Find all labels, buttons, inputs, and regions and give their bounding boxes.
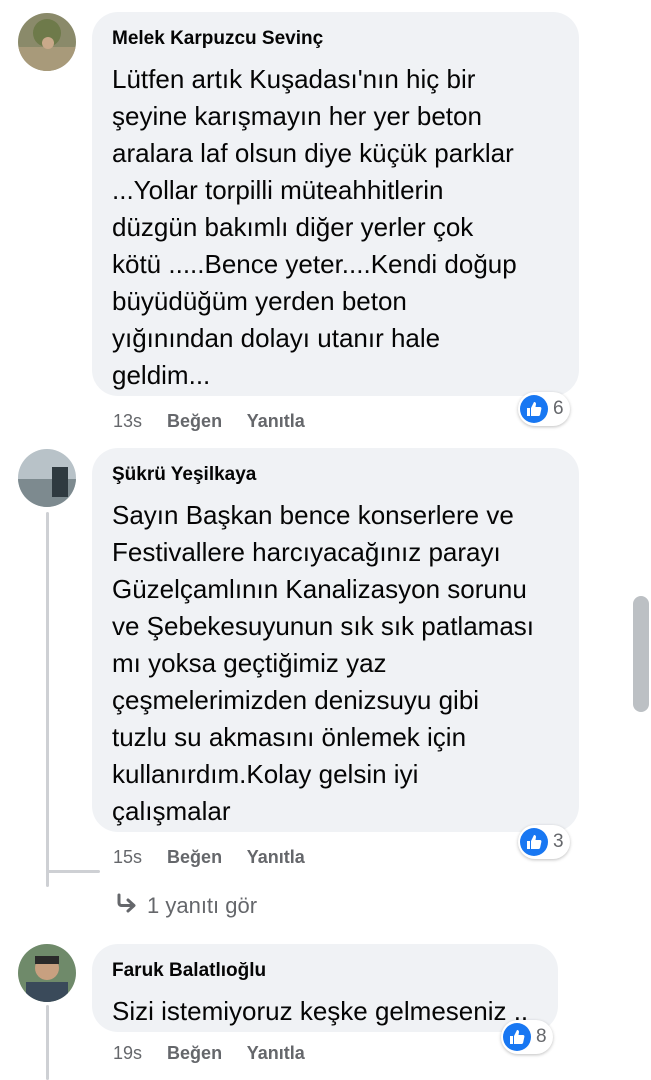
reaction-count: 3 xyxy=(553,831,564,852)
reaction-count-pill[interactable]: 8 xyxy=(501,1020,553,1054)
comment-bubble: Şükrü Yeşilkaya Sayın Başkan bence konse… xyxy=(92,448,579,832)
scrollbar-thumb[interactable] xyxy=(633,596,649,712)
comment-author[interactable]: Melek Karpuzcu Sevinç xyxy=(112,28,323,50)
like-button[interactable]: Beğen xyxy=(167,1043,222,1063)
thumbs-up-icon xyxy=(503,1023,531,1051)
like-button[interactable]: Beğen xyxy=(167,411,222,431)
thread-line xyxy=(46,1005,49,1080)
avatar[interactable] xyxy=(18,13,76,71)
reaction-count: 8 xyxy=(536,1026,547,1047)
reply-button[interactable]: Yanıtla xyxy=(247,847,305,867)
comment-timestamp[interactable]: 19s xyxy=(113,1043,142,1063)
reaction-count-pill[interactable]: 6 xyxy=(518,392,570,426)
comment-text: Sayın Başkan bence konserlere ve Festiva… xyxy=(112,500,535,826)
comment-text: Lütfen artık Kuşadası'nın hiç bir şeyine… xyxy=(112,64,517,390)
reply-button[interactable]: Yanıtla xyxy=(247,411,305,431)
view-replies-link[interactable]: 1 yanıtı gör xyxy=(113,892,257,920)
comment-text: Sizi istemiyoruz keşke gelmeseniz .. xyxy=(112,996,529,1026)
thread-line xyxy=(46,512,49,887)
comment-bubble: Faruk Balatlıoğlu Sizi istemiyoruz keşke… xyxy=(92,944,558,1032)
reaction-count-pill[interactable]: 3 xyxy=(518,825,570,859)
avatar[interactable] xyxy=(18,449,76,507)
comment-actions: 13s Beğen Yanıtla xyxy=(113,411,325,432)
comment-actions: 19s Beğen Yanıtla xyxy=(113,1043,325,1064)
comment-author[interactable]: Şükrü Yeşilkaya xyxy=(112,464,256,486)
like-button[interactable]: Beğen xyxy=(167,847,222,867)
reply-button[interactable]: Yanıtla xyxy=(247,1043,305,1063)
comment-bubble: Melek Karpuzcu Sevinç Lütfen artık Kuşad… xyxy=(92,12,579,396)
view-replies-label: 1 yanıtı gör xyxy=(147,893,258,918)
comment-actions: 15s Beğen Yanıtla xyxy=(113,847,325,868)
comment-timestamp[interactable]: 13s xyxy=(113,411,142,431)
comment-author[interactable]: Faruk Balatlıoğlu xyxy=(112,960,266,982)
thread-line-reply xyxy=(46,870,100,873)
reply-arrow-icon xyxy=(113,892,139,920)
reaction-count: 6 xyxy=(553,398,564,419)
thumbs-up-icon xyxy=(520,828,548,856)
comment-timestamp[interactable]: 15s xyxy=(113,847,142,867)
thumbs-up-icon xyxy=(520,395,548,423)
avatar[interactable] xyxy=(18,944,76,1002)
